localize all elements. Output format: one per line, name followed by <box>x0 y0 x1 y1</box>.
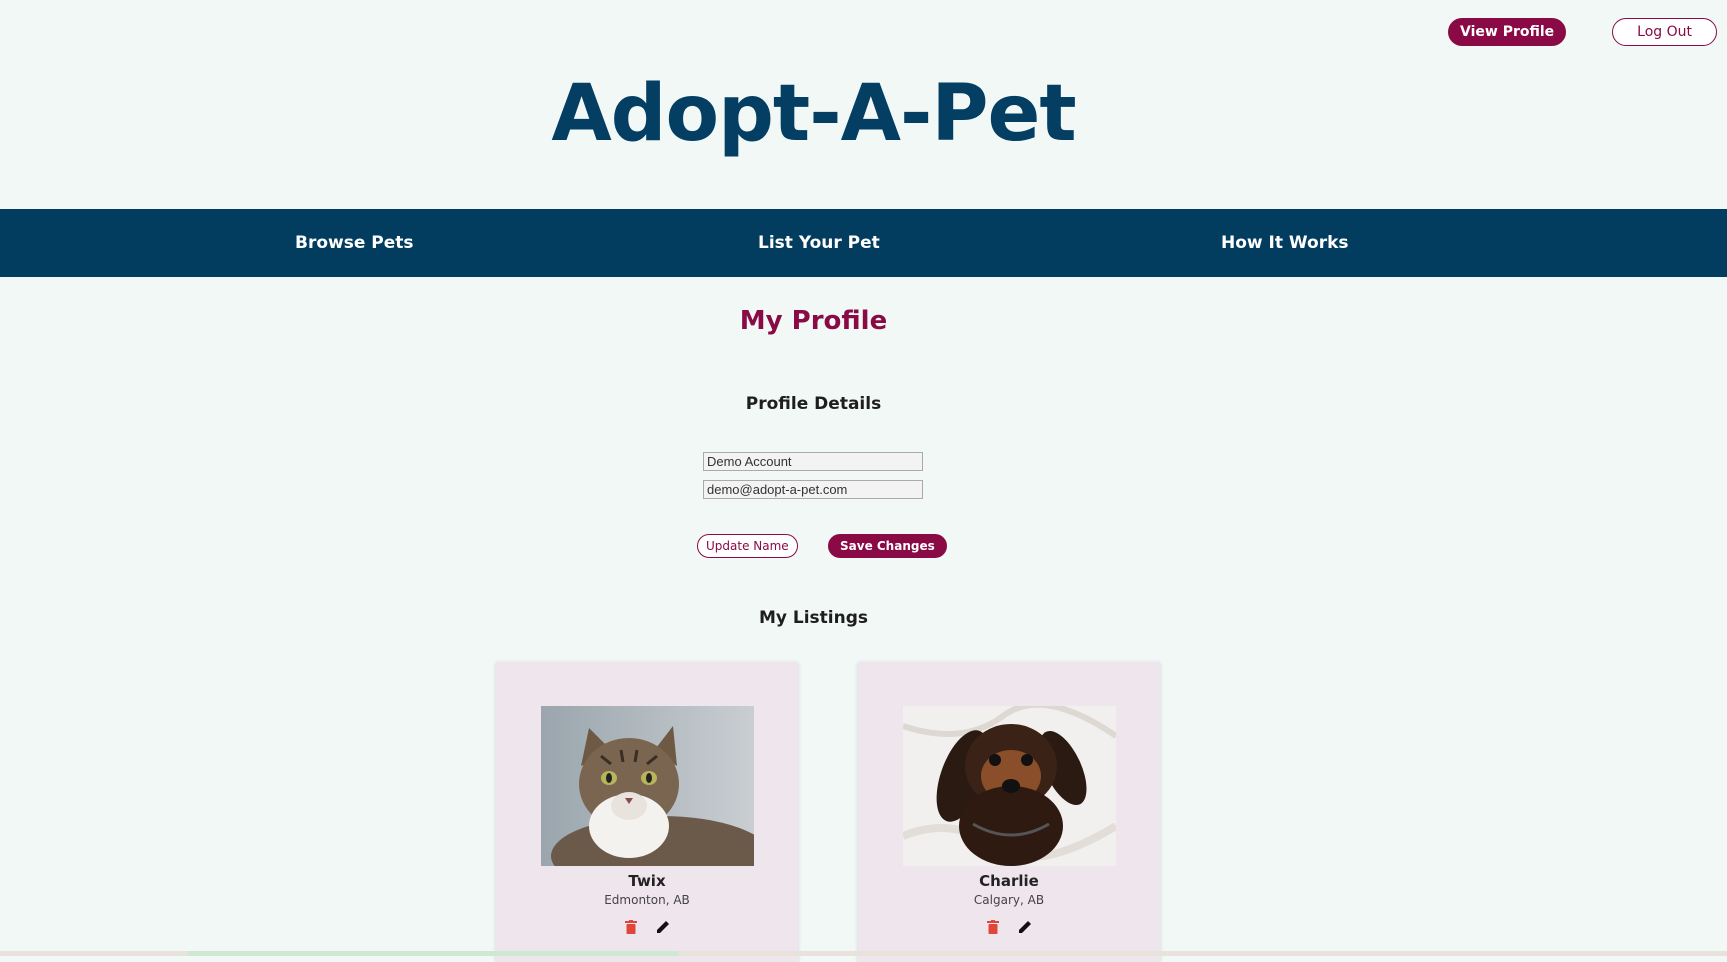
pet-photo-dog <box>903 706 1116 866</box>
pet-location: Calgary, AB <box>973 893 1045 907</box>
pencil-icon[interactable] <box>1016 918 1034 936</box>
profile-details-heading: Profile Details <box>745 394 882 414</box>
log-out-button[interactable]: Log Out <box>1612 18 1717 46</box>
scrollbar-thumb[interactable] <box>188 951 678 956</box>
pet-name: Twix <box>628 872 666 890</box>
pet-name: Charlie <box>979 872 1039 890</box>
nav-how-it-works[interactable]: How It Works <box>1221 209 1349 277</box>
nav-browse-pets[interactable]: Browse Pets <box>295 209 414 277</box>
header-actions: View Profile Log Out <box>1448 18 1717 46</box>
update-name-button[interactable]: Update Name <box>697 534 798 558</box>
pet-location: Edmonton, AB <box>604 893 690 907</box>
save-changes-button[interactable]: Save Changes <box>828 534 947 558</box>
my-listings-heading: My Listings <box>758 608 869 628</box>
listing-actions <box>496 918 798 936</box>
view-profile-button[interactable]: View Profile <box>1448 18 1567 46</box>
pet-photo-cat <box>541 706 754 866</box>
trash-icon[interactable] <box>622 918 640 936</box>
site-logo[interactable]: Adopt-A-Pet <box>0 66 1627 162</box>
listing-actions <box>858 918 1160 936</box>
email-field[interactable] <box>703 480 923 499</box>
listing-card[interactable]: Twix Edmonton, AB <box>496 662 798 962</box>
name-field[interactable] <box>703 452 923 471</box>
pencil-icon[interactable] <box>654 918 672 936</box>
page-title: My Profile <box>739 306 888 336</box>
listing-card[interactable]: Charlie Calgary, AB <box>858 662 1160 962</box>
trash-icon[interactable] <box>984 918 1002 936</box>
nav-list-your-pet[interactable]: List Your Pet <box>758 209 880 277</box>
main-nav: Browse Pets List Your Pet How It Works <box>0 209 1727 277</box>
